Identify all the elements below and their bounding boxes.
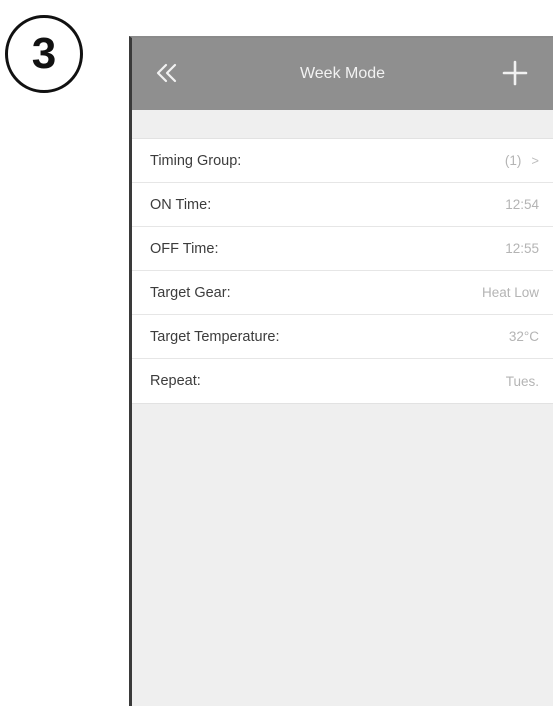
on-time-value: 12:54 <box>505 197 539 212</box>
target-gear-label: Target Gear: <box>150 284 231 301</box>
repeat-label: Repeat: <box>150 373 201 389</box>
off-time-value: 12:55 <box>505 241 539 256</box>
target-temperature-label: Target Temperature: <box>150 328 280 345</box>
off-time-row[interactable]: OFF Time: 12:55 <box>132 227 553 271</box>
timing-group-row[interactable]: Timing Group: (1) > <box>132 139 553 183</box>
double-chevron-left-icon[interactable] <box>152 58 182 88</box>
plus-icon[interactable] <box>501 59 529 87</box>
page-title: Week Mode <box>299 65 386 82</box>
timing-group-value: (1) <box>504 153 522 168</box>
section-spacer <box>132 110 553 138</box>
instruction-figure: 3 Week Mode Timing Group: (1) > ON Time: <box>0 0 553 706</box>
timing-group-label: Timing Group: <box>150 152 242 169</box>
settings-list: Timing Group: (1) > ON Time: 12:54 OFF T… <box>132 138 553 404</box>
target-temperature-row[interactable]: Target Temperature: 32°C <box>132 315 553 359</box>
on-time-row[interactable]: ON Time: 12:54 <box>132 183 553 227</box>
repeat-row[interactable]: Repeat: Tues. <box>132 359 553 403</box>
target-temperature-value: 32°C <box>508 329 539 344</box>
on-time-label: ON Time: <box>150 196 212 213</box>
repeat-value: Tues. <box>505 373 539 389</box>
off-time-label: OFF Time: <box>150 240 219 257</box>
target-gear-value: Heat Low <box>481 285 539 300</box>
step-number-badge: 3 <box>5 15 83 93</box>
chevron-right-icon: > <box>531 153 539 168</box>
navigation-bar: Week Mode <box>132 38 553 110</box>
phone-screen: Week Mode Timing Group: (1) > ON Time: 1… <box>129 36 553 706</box>
target-gear-row[interactable]: Target Gear: Heat Low <box>132 271 553 315</box>
